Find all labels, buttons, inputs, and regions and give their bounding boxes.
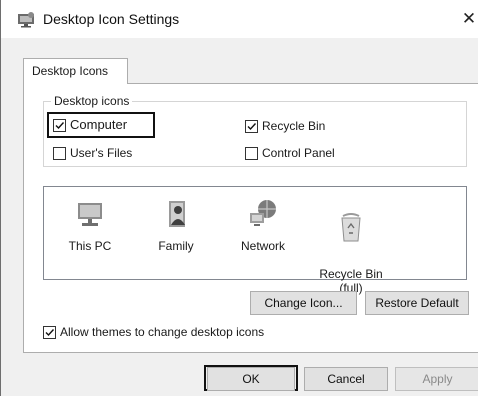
window-title: Desktop Icon Settings <box>43 11 180 27</box>
change-icon-button[interactable]: Change Icon... <box>250 291 357 315</box>
checkbox-label: Allow themes to change desktop icons <box>60 325 265 339</box>
checkbox-box[interactable] <box>43 325 56 339</box>
icon-label: Network <box>240 239 285 253</box>
user-folder-icon <box>169 201 185 227</box>
recycle-bin-checkbox[interactable]: Recycle Bin <box>245 119 325 133</box>
checkmark-icon <box>45 328 55 336</box>
list-item-recycle-bin-full[interactable]: Recycle Bin (full) <box>314 197 388 295</box>
control-panel-checkbox[interactable]: Control Panel <box>245 146 335 160</box>
desktop-settings-icon <box>18 12 34 28</box>
tab-desktop-icons[interactable]: Desktop Icons <box>23 58 128 84</box>
restore-default-button[interactable]: Restore Default <box>365 291 469 315</box>
network-icon <box>250 200 276 226</box>
checkmark-icon <box>247 122 257 130</box>
recycle-bin-full-icon <box>341 213 361 242</box>
allow-themes-checkbox[interactable]: Allow themes to change desktop icons <box>43 325 264 339</box>
checkbox-label: User's Files <box>70 146 133 160</box>
checkbox-box[interactable] <box>53 146 66 160</box>
list-item-network[interactable]: Network <box>230 197 296 253</box>
checkbox-box[interactable] <box>245 119 258 133</box>
title-bar[interactable]: Desktop Icon Settings ✕ <box>1 0 478 38</box>
checkmark-icon <box>55 121 65 129</box>
desktop-icon-list[interactable]: This PC Family Network Recycle Bin (full… <box>43 186 467 295</box>
cancel-button[interactable]: Cancel <box>304 367 388 391</box>
checkbox-box[interactable] <box>53 118 66 132</box>
dialog-window: Desktop Icon Settings ✕ Desktop Icons De… <box>0 0 478 396</box>
icon-label: This PC <box>68 239 112 253</box>
close-button[interactable]: ✕ <box>459 8 478 30</box>
groupbox-legend: Desktop icons <box>51 94 133 108</box>
list-item-family[interactable]: Family <box>144 197 208 253</box>
checkbox-box[interactable] <box>245 146 258 160</box>
list-item-this-pc[interactable]: This PC <box>58 197 122 253</box>
checkbox-label: Recycle Bin <box>262 119 326 133</box>
monitor-icon <box>78 203 102 226</box>
users-files-checkbox[interactable]: User's Files <box>53 146 132 160</box>
icon-label: Family <box>158 239 194 253</box>
checkbox-label: Computer <box>70 117 128 132</box>
computer-checkbox[interactable]: Computer <box>53 118 127 132</box>
ok-button[interactable]: OK <box>207 367 295 391</box>
checkbox-label: Control Panel <box>262 146 335 160</box>
apply-button[interactable]: Apply <box>395 367 478 391</box>
